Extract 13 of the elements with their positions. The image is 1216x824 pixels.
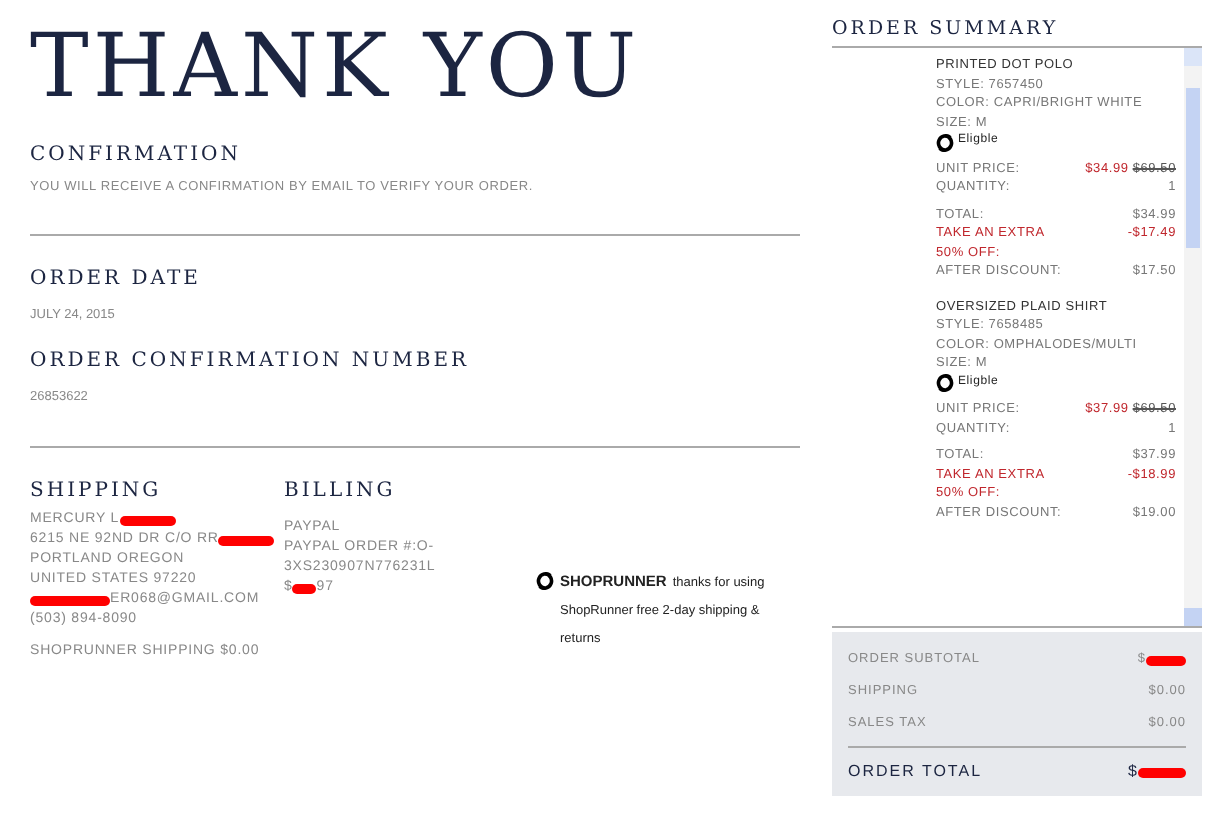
- thank-you-heading: THANK YOU: [30, 14, 643, 122]
- order-total-label: ORDER TOTAL: [848, 760, 983, 785]
- section-title: SHIPPING: [30, 478, 164, 507]
- section-title: BILLING: [284, 478, 398, 507]
- order-total-value: $: [1128, 760, 1138, 785]
- shoprunner-logo-icon: [936, 374, 954, 392]
- section-title: ORDER DATE: [30, 265, 203, 294]
- order-summary-title: ORDER SUMMARY: [832, 16, 1202, 49]
- scrollbar[interactable]: [1184, 48, 1202, 627]
- section-title: ORDER CONFIRMATION NUMBER: [30, 347, 472, 375]
- section-title: CONFIRMATION: [30, 142, 243, 170]
- shoprunner-logo-icon: [536, 572, 554, 591]
- shoprunner-logo-icon: [936, 133, 954, 151]
